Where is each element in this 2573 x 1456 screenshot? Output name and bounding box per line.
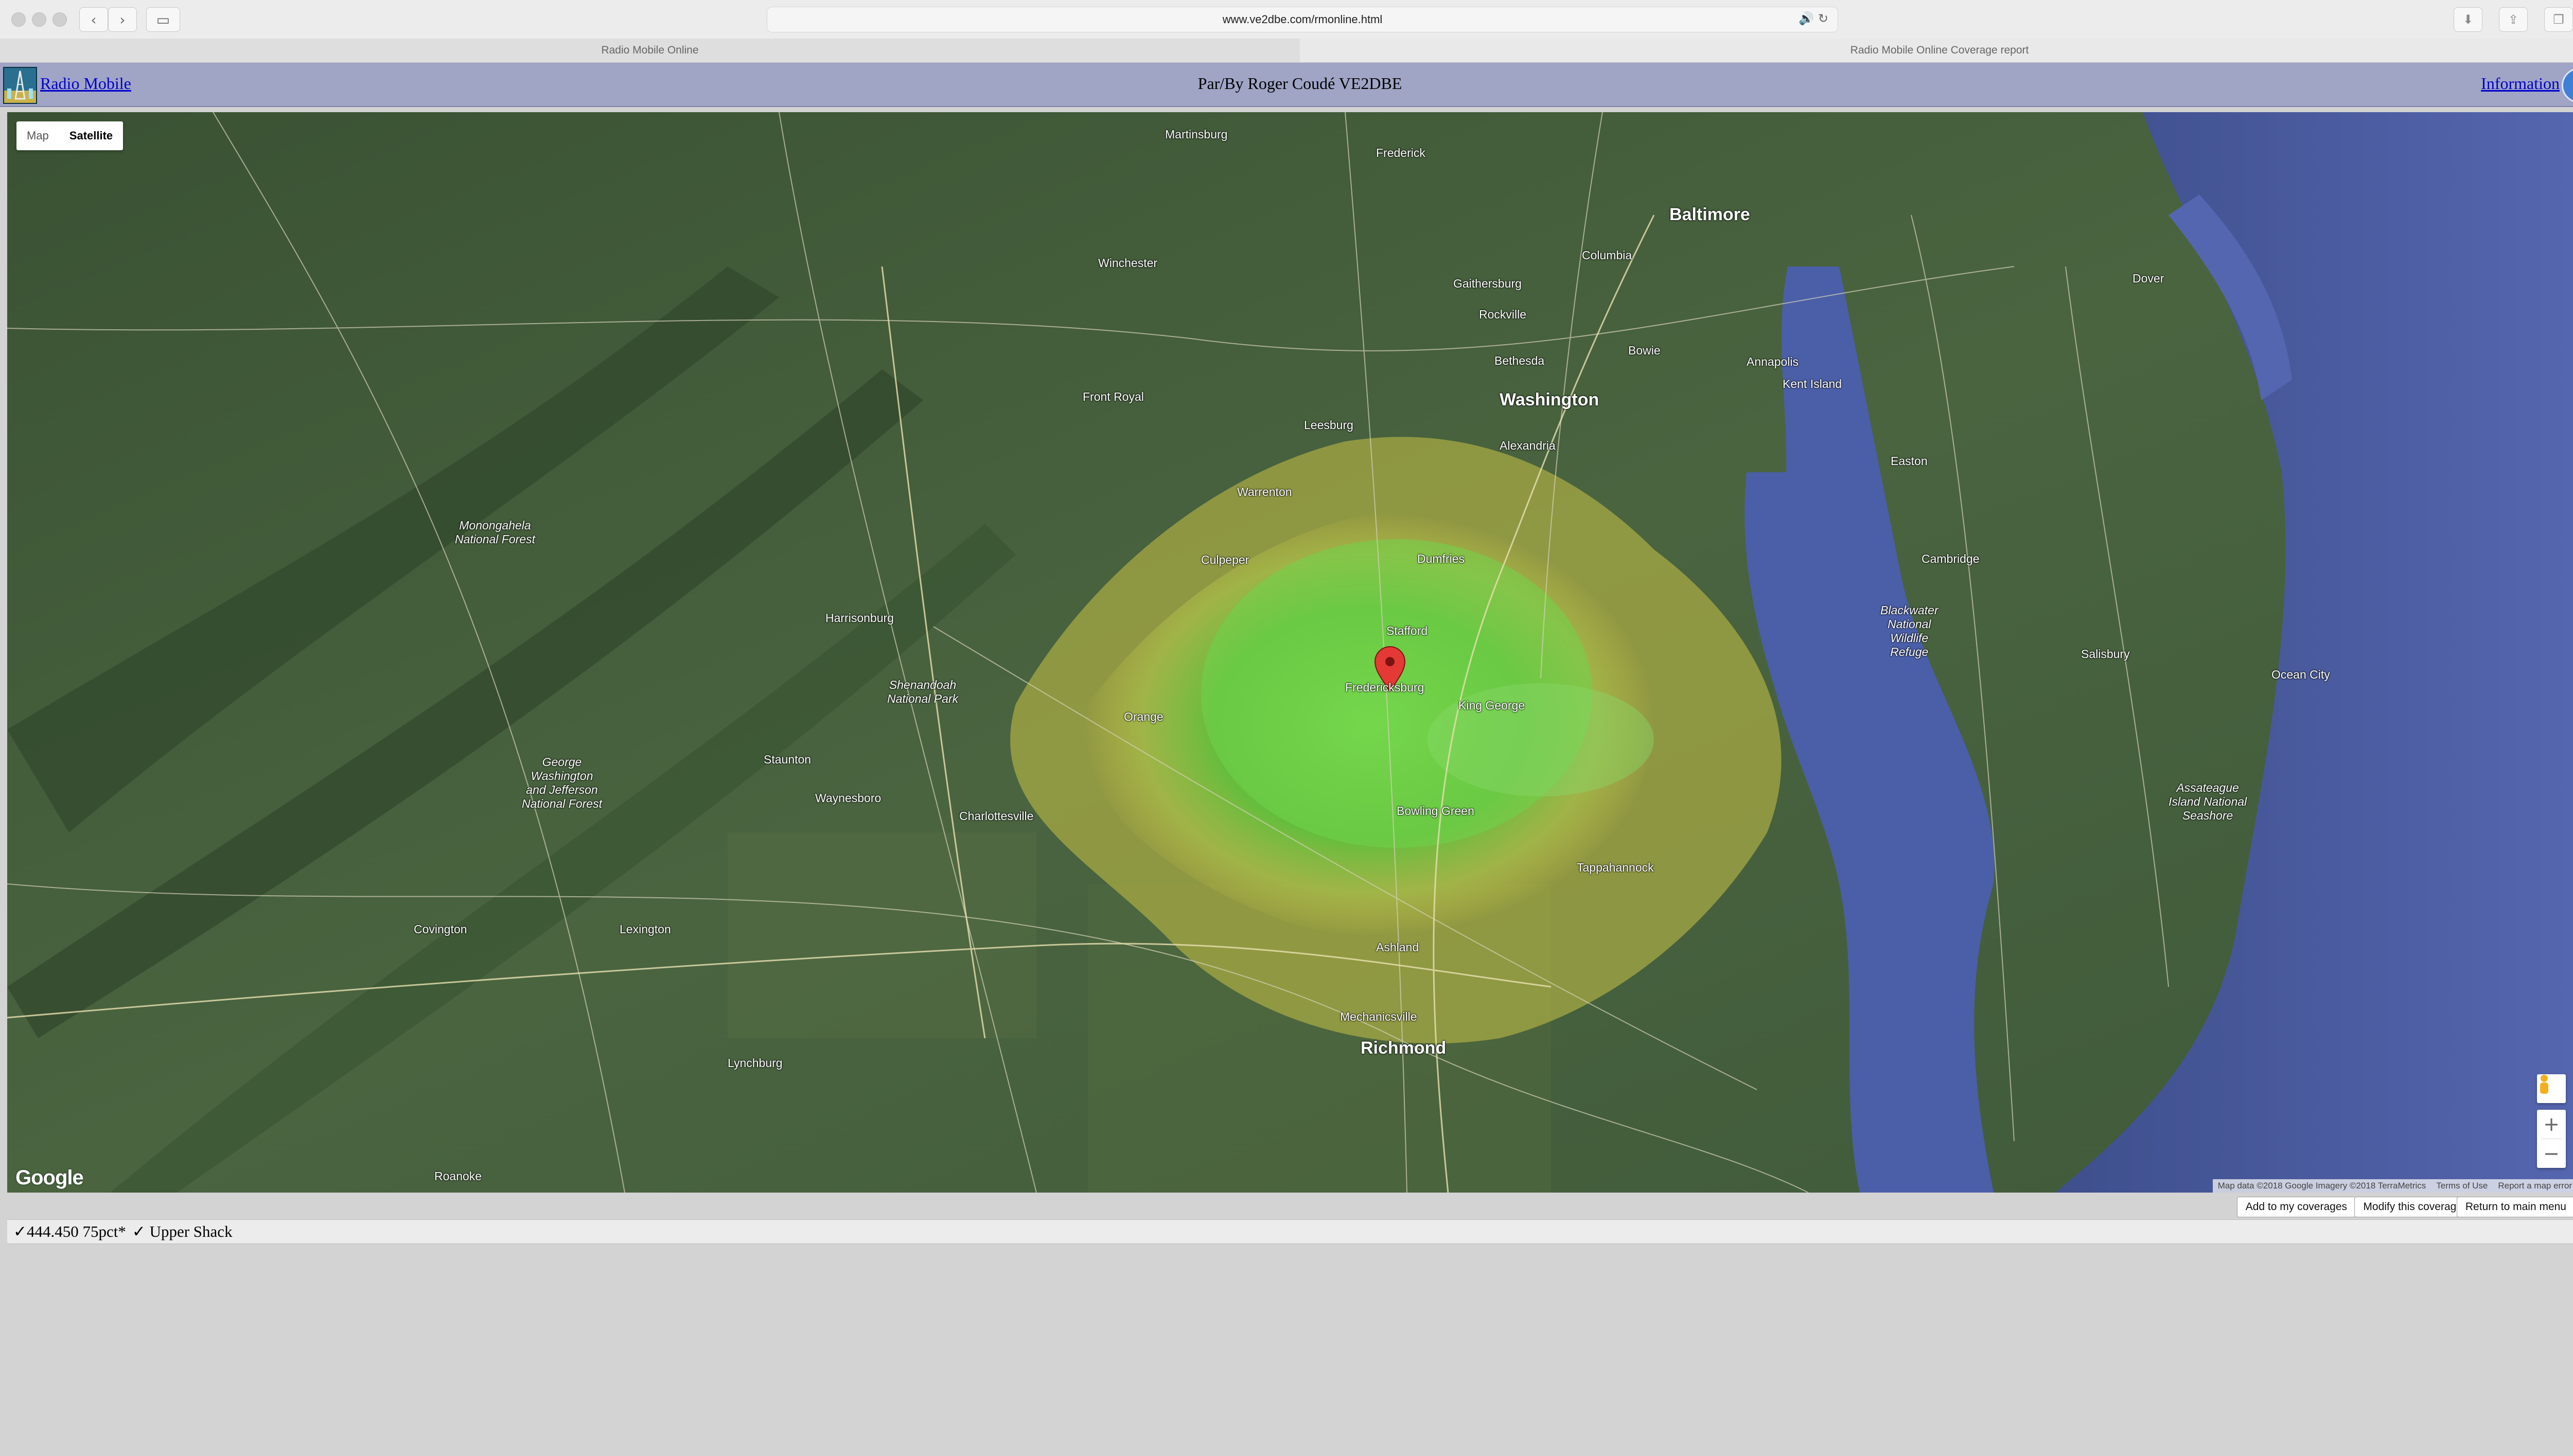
- place-label: Warrenton: [1237, 485, 1292, 499]
- zoom-out-button[interactable]: −: [2537, 1139, 2566, 1168]
- download-icon: ⬇: [2462, 12, 2474, 27]
- park-label: Shenandoah National Park: [887, 678, 959, 705]
- frequency-legend-item[interactable]: ✓444.450 75pct*: [13, 1222, 126, 1241]
- refuge-label: Blackwater National Wildlife Refuge: [1880, 603, 1938, 659]
- reload-icon[interactable]: ↻: [1818, 11, 1828, 26]
- place-label: Washington: [1500, 390, 1599, 410]
- place-label: Easton: [1891, 454, 1928, 468]
- place-label: Mechanicsville: [1340, 1010, 1417, 1023]
- satellite-imagery: [7, 112, 2573, 1193]
- tab-radio-mobile-online[interactable]: Radio Mobile Online: [0, 39, 1300, 62]
- tabs-icon: ❐: [2553, 12, 2564, 27]
- coverage-legend: ✓444.450 75pct* ✓ Upper Shack: [7, 1219, 2573, 1244]
- place-label: Waynesboro: [815, 791, 882, 805]
- tabs-overview-button[interactable]: ❐: [2544, 7, 2573, 32]
- place-label: Cambridge: [1922, 552, 1980, 565]
- place-label: Fredericksburg: [1345, 681, 1424, 694]
- share-icon: ⇪: [2508, 12, 2519, 27]
- modify-coverage-button[interactable]: Modify this coverage: [2354, 1197, 2471, 1217]
- place-label: Leesburg: [1304, 418, 1353, 432]
- place-label: Ashland: [1376, 940, 1419, 954]
- place-label: Bethesda: [1494, 354, 1545, 367]
- back-button[interactable]: ‹: [79, 7, 108, 32]
- place-label: Annapolis: [1747, 355, 1799, 368]
- place-label: Ocean City: [2271, 668, 2330, 681]
- place-label: Dumfries: [1417, 552, 1465, 565]
- coverage-actions: Add to my coverages Modify this coverage…: [7, 1194, 2573, 1218]
- seashore-label: Assateague Island National Seashore: [2169, 781, 2247, 822]
- place-label: Kent Island: [1783, 377, 1842, 390]
- place-label: Winchester: [1098, 256, 1158, 270]
- close-window-icon[interactable]: [11, 12, 26, 27]
- return-main-menu-button[interactable]: Return to main menu: [2456, 1197, 2573, 1217]
- place-label: Alexandria: [1500, 439, 1556, 452]
- place-label: Baltimore: [1669, 205, 1750, 224]
- place-label: Bowling Green: [1397, 804, 1474, 818]
- zoom-in-button[interactable]: +: [2537, 1110, 2566, 1139]
- speaker-icon[interactable]: 🔊: [1799, 11, 1814, 26]
- sidebar-icon: ▭: [156, 11, 170, 28]
- place-label: Lexington: [620, 922, 671, 936]
- place-label: Richmond: [1361, 1038, 1447, 1058]
- place-label: Martinsburg: [1165, 128, 1228, 141]
- place-label: Stafford: [1386, 624, 1428, 637]
- place-label: Columbia: [1582, 248, 1632, 262]
- street-view-pegman-icon[interactable]: [2537, 1074, 2566, 1103]
- browser-toolbar: ‹ › ▭ www.ve2dbe.com/rmonline.html 🔊 ↻ ⬇…: [0, 0, 2573, 39]
- place-label: Covington: [414, 922, 467, 936]
- google-logo: Google: [15, 1166, 84, 1189]
- zoom-control: + −: [2537, 1110, 2566, 1168]
- place-label: Roanoke: [434, 1169, 482, 1183]
- map-data-credit: Map data ©2018 Google Imagery ©2018 Terr…: [2217, 1181, 2426, 1191]
- zoom-window-icon[interactable]: [52, 12, 67, 27]
- minimize-window-icon[interactable]: [32, 12, 46, 27]
- forest-label: Monongahela National Forest: [455, 519, 535, 546]
- downloads-button[interactable]: ⬇: [2454, 7, 2482, 32]
- url-text: www.ve2dbe.com/rmonline.html: [1222, 13, 1383, 26]
- sidebar-button[interactable]: ▭: [146, 7, 180, 32]
- chevron-right-icon: ›: [119, 11, 126, 28]
- share-button[interactable]: ⇪: [2499, 7, 2528, 32]
- coverage-map[interactable]: Baltimore Washington Richmond Charlottes…: [7, 112, 2573, 1193]
- place-label: Harrisonburg: [825, 611, 894, 625]
- chevron-left-icon: ‹: [91, 11, 97, 28]
- forward-button[interactable]: ›: [108, 7, 137, 32]
- place-label: Staunton: [764, 753, 812, 766]
- address-bar[interactable]: www.ve2dbe.com/rmonline.html 🔊 ↻: [767, 7, 1838, 32]
- map-type-map-button[interactable]: Map: [16, 121, 59, 150]
- report-map-error-link[interactable]: Report a map error: [2493, 1181, 2573, 1191]
- place-label: Lynchburg: [728, 1056, 783, 1070]
- page-title: Par/By Roger Coudé VE2DBE: [1197, 74, 1402, 93]
- site-legend-item[interactable]: ✓ Upper Shack: [132, 1222, 233, 1241]
- place-label: Orange: [1124, 710, 1164, 723]
- info-icon[interactable]: i: [2562, 68, 2573, 103]
- tab-bar: Radio Mobile Online Radio Mobile Online …: [0, 39, 2573, 63]
- place-label: Charlottesville: [959, 809, 1034, 823]
- map-type-control: Map Satellite: [16, 121, 124, 150]
- place-label: Salisbury: [2081, 647, 2130, 661]
- place-label: King George: [1458, 699, 1525, 712]
- place-label: Dover: [2133, 272, 2164, 285]
- map-attribution: Map data ©2018 Google Imagery ©2018 Terr…: [2212, 1179, 2573, 1193]
- forest-label: George Washington and Jefferson National…: [522, 755, 602, 810]
- page-header: Radio Mobile Par/By Roger Coudé VE2DBE I…: [0, 63, 2573, 107]
- add-to-coverages-button[interactable]: Add to my coverages: [2236, 1197, 2356, 1217]
- terms-of-use-link[interactable]: Terms of Use: [2431, 1181, 2493, 1191]
- place-label: Frederick: [1376, 146, 1425, 159]
- tab-coverage-report[interactable]: Radio Mobile Online Coverage report: [1300, 39, 2573, 62]
- place-label: Gaithersburg: [1453, 277, 1522, 290]
- place-label: Front Royal: [1083, 390, 1144, 403]
- place-label: Rockville: [1479, 308, 1527, 321]
- place-label: Culpeper: [1201, 553, 1249, 566]
- place-label: Bowie: [1628, 344, 1661, 357]
- information-link[interactable]: Information: [2481, 74, 2560, 93]
- map-type-satellite-button[interactable]: Satellite: [59, 121, 123, 150]
- place-label: Tappahannock: [1577, 861, 1654, 874]
